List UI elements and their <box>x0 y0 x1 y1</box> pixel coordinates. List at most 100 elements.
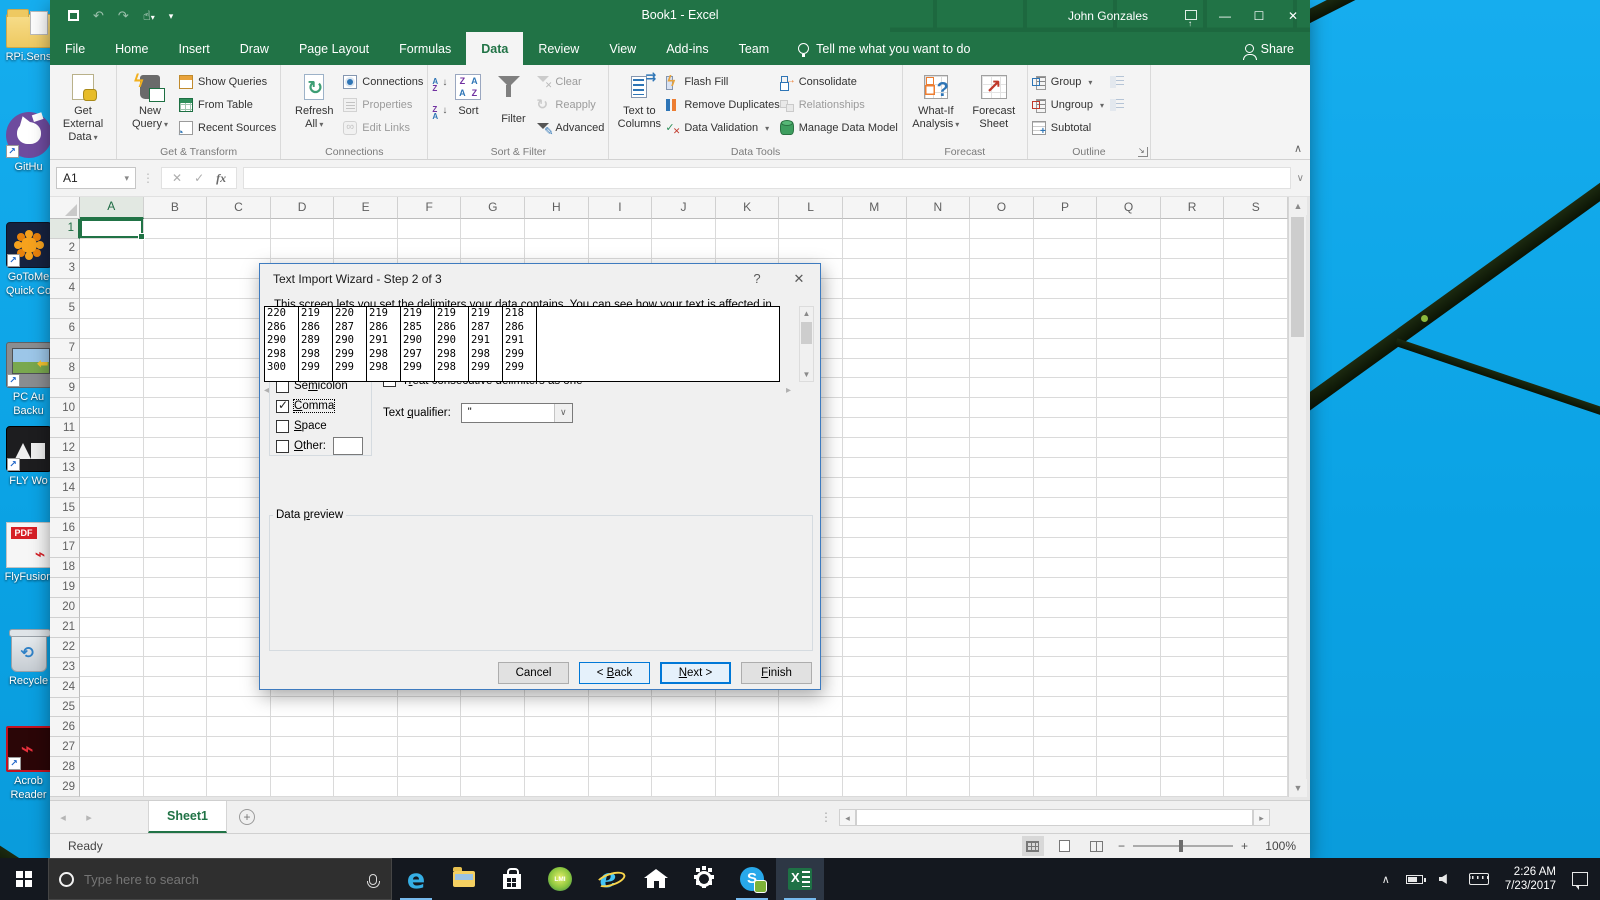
touch-mode-icon[interactable]: ☝▾ <box>143 8 155 24</box>
grid-cell[interactable] <box>907 777 971 797</box>
data-preview-table[interactable]: 2202862902983002192862892982992202872902… <box>264 306 780 382</box>
grid-cell[interactable] <box>80 717 144 737</box>
grid-cell[interactable] <box>80 339 144 359</box>
grid-cell[interactable] <box>970 697 1034 717</box>
grid-cell[interactable] <box>907 239 971 259</box>
zoom-slider[interactable] <box>1133 845 1233 847</box>
grid-cell[interactable] <box>80 578 144 598</box>
next-button[interactable]: Next > <box>660 662 731 684</box>
row-header-22[interactable]: 22 <box>50 638 80 658</box>
zoom-percentage[interactable]: 100% <box>1258 839 1296 853</box>
grid-cell[interactable] <box>1224 398 1288 418</box>
grid-cell[interactable] <box>1161 538 1225 558</box>
grid-cell[interactable] <box>589 239 653 259</box>
taskbar-home-icon[interactable] <box>632 858 680 900</box>
signed-in-user[interactable]: John Gonzales <box>1068 9 1148 23</box>
grid-cell[interactable] <box>525 777 589 797</box>
grid-cell[interactable] <box>1224 558 1288 578</box>
grid-cell[interactable] <box>907 578 971 598</box>
grid-cell[interactable] <box>271 219 335 239</box>
grid-cell[interactable] <box>1161 259 1225 279</box>
other-delimiter-input[interactable] <box>333 437 363 455</box>
grid-cell[interactable] <box>843 219 907 239</box>
grid-cell[interactable] <box>1097 458 1161 478</box>
grid-cell[interactable] <box>1034 418 1098 438</box>
grid-cell[interactable] <box>970 618 1034 638</box>
grid-cell[interactable] <box>589 737 653 757</box>
grid-cell[interactable] <box>1224 299 1288 319</box>
grid-cell[interactable] <box>144 697 208 717</box>
grid-cell[interactable] <box>1097 398 1161 418</box>
grid-cell[interactable] <box>1034 737 1098 757</box>
battery-icon[interactable] <box>1406 875 1423 884</box>
grid-cell[interactable] <box>144 558 208 578</box>
grid-cell[interactable] <box>1034 359 1098 379</box>
grid-cell[interactable] <box>144 677 208 697</box>
grid-cell[interactable] <box>1034 578 1098 598</box>
grid-cell[interactable] <box>461 757 525 777</box>
grid-cell[interactable] <box>970 458 1034 478</box>
grid-cell[interactable] <box>1097 657 1161 677</box>
grid-cell[interactable] <box>1161 737 1225 757</box>
grid-cell[interactable] <box>1224 378 1288 398</box>
grid-cell[interactable] <box>461 737 525 757</box>
grid-cell[interactable] <box>1034 279 1098 299</box>
grid-cell[interactable] <box>1224 638 1288 658</box>
grid-cell[interactable] <box>970 259 1034 279</box>
grid-cell[interactable] <box>1161 279 1225 299</box>
row-header-23[interactable]: 23 <box>50 658 80 678</box>
preview-vertical-scrollbar[interactable]: ▲ ▼ <box>799 306 814 382</box>
grid-cell[interactable] <box>398 737 462 757</box>
name-box-caret-icon[interactable]: ▾ <box>124 173 129 184</box>
grid-cell[interactable] <box>207 239 271 259</box>
grid-cell[interactable] <box>1097 219 1161 239</box>
splitter-dots[interactable]: ⋮ <box>820 810 833 824</box>
grid-cell[interactable] <box>80 299 144 319</box>
grid-cell[interactable] <box>1034 458 1098 478</box>
row-header-9[interactable]: 9 <box>50 379 80 399</box>
grid-cell[interactable] <box>80 398 144 418</box>
grid-cell[interactable] <box>334 757 398 777</box>
grid-cell[interactable] <box>1161 558 1225 578</box>
recent-sources-button[interactable]: Recent Sources <box>179 119 276 137</box>
row-header-26[interactable]: 26 <box>50 717 80 737</box>
back-button[interactable]: < Back <box>579 662 650 684</box>
grid-cell[interactable] <box>334 717 398 737</box>
grid-cell[interactable] <box>1034 518 1098 538</box>
remove-duplicates-button[interactable]: Remove Duplicates <box>665 96 779 114</box>
grid-cell[interactable] <box>1161 598 1225 618</box>
grid-cell[interactable] <box>970 638 1034 658</box>
volume-icon[interactable] <box>1439 874 1447 884</box>
grid-cell[interactable] <box>80 777 144 797</box>
grid-cell[interactable] <box>843 578 907 598</box>
grid-cell[interactable] <box>80 478 144 498</box>
grid-cell[interactable] <box>144 638 208 658</box>
column-header-l[interactable]: L <box>779 197 843 219</box>
grid-cell[interactable] <box>271 737 335 757</box>
grid-cell[interactable] <box>80 259 144 279</box>
column-header-m[interactable]: M <box>843 197 907 219</box>
grid-cell[interactable] <box>716 737 780 757</box>
taskbar-edge-icon[interactable]: e <box>392 858 440 900</box>
grid-cell[interactable] <box>779 757 843 777</box>
grid-cell[interactable] <box>843 657 907 677</box>
grid-cell[interactable] <box>843 339 907 359</box>
vertical-scroll-thumb[interactable] <box>1291 217 1304 337</box>
grid-cell[interactable] <box>1224 777 1288 797</box>
grid-cell[interactable] <box>970 777 1034 797</box>
grid-cell[interactable] <box>1161 578 1225 598</box>
show-queries-button[interactable]: Show Queries <box>179 73 276 91</box>
grid-cell[interactable] <box>970 319 1034 339</box>
grid-cell[interactable] <box>843 697 907 717</box>
select-all-corner[interactable] <box>50 197 80 219</box>
grid-cell[interactable] <box>843 558 907 578</box>
row-header-28[interactable]: 28 <box>50 757 80 777</box>
taskbar-excel-icon[interactable] <box>776 858 824 900</box>
page-break-view-icon[interactable] <box>1086 836 1108 856</box>
grid-cell[interactable] <box>144 398 208 418</box>
column-header-e[interactable]: E <box>334 197 398 219</box>
grid-cell[interactable] <box>144 657 208 677</box>
row-header-12[interactable]: 12 <box>50 438 80 458</box>
grid-cell[interactable] <box>80 757 144 777</box>
share-button[interactable]: Share <box>1245 32 1294 65</box>
